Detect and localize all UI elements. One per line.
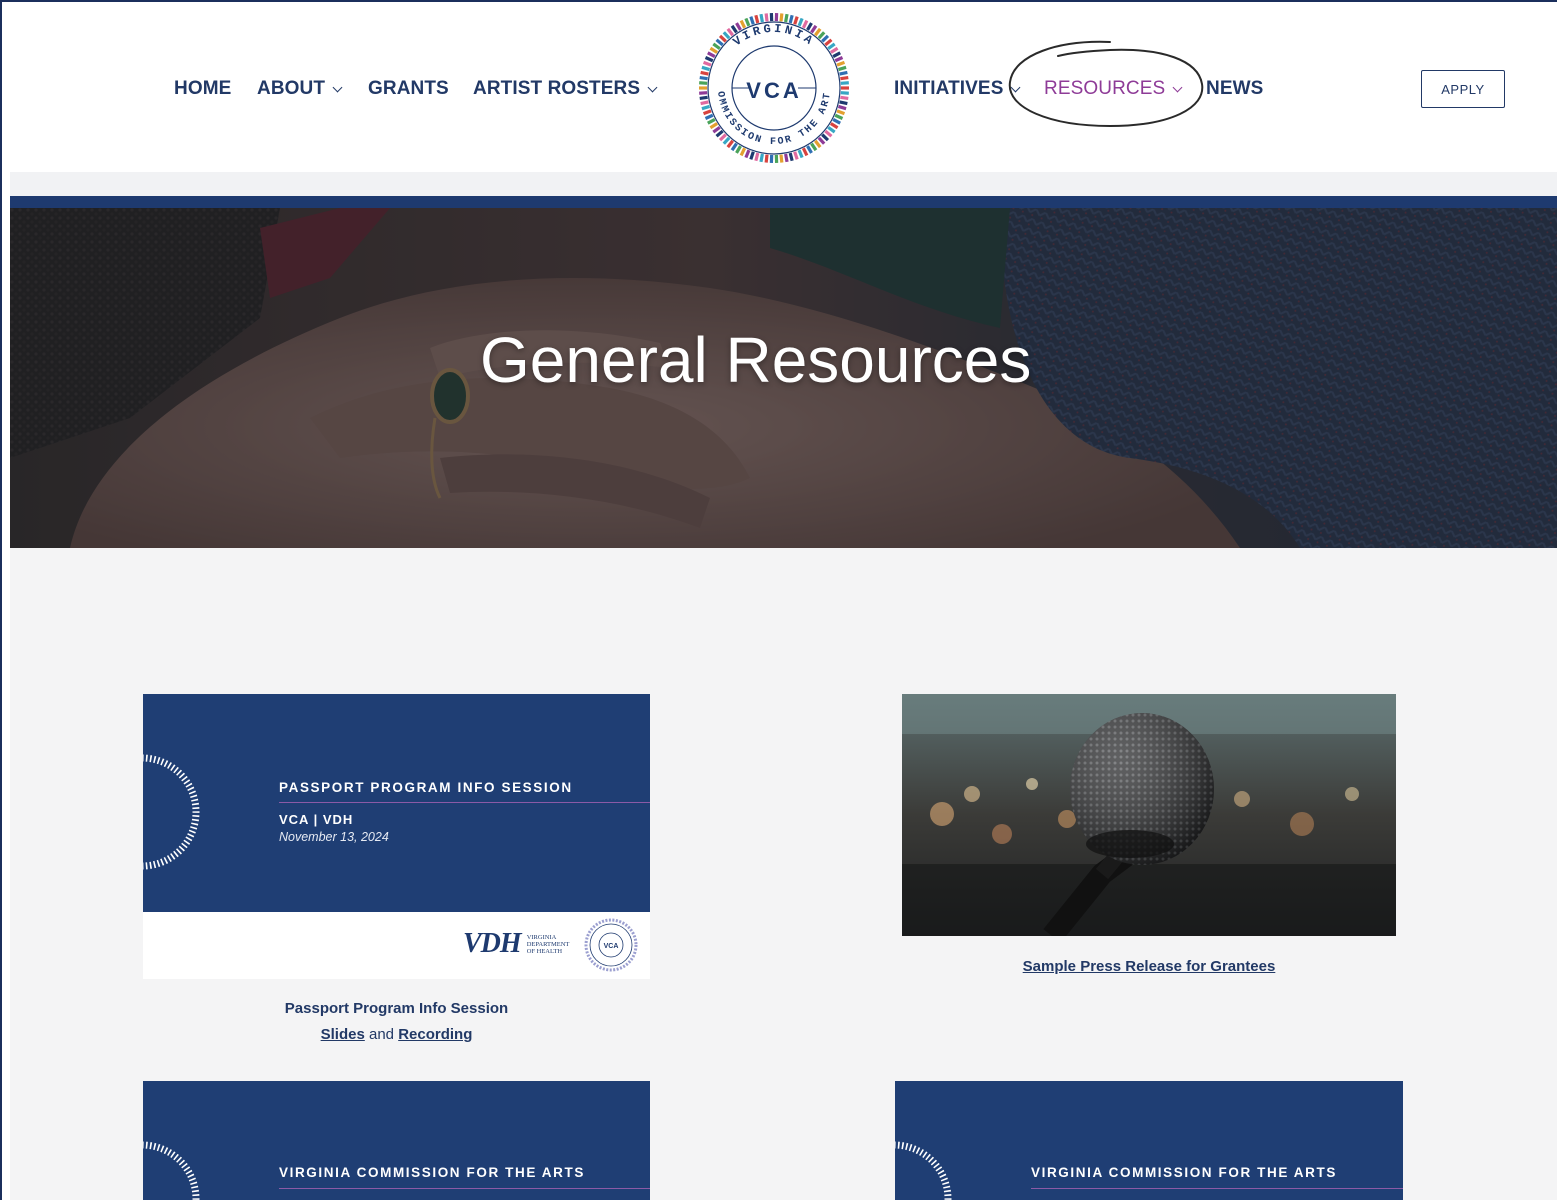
- dotted-arc-icon: [895, 1141, 952, 1200]
- press-release-caption: Sample Press Release for Grantees: [902, 958, 1396, 975]
- nav-grants-label: GRANTS: [368, 78, 449, 99]
- logo-center-text: VCA: [746, 78, 801, 103]
- dotted-arc-icon: [143, 1141, 200, 1200]
- vdh-logo: VDH VIRGINIA DEPARTMENT OF HEALTH: [463, 928, 569, 960]
- logo-ring-dot: [840, 81, 849, 85]
- resources-grid: PASSPORT PROGRAM INFO SESSION VCA | VDH …: [10, 548, 1557, 1200]
- slide-divider: [1031, 1188, 1403, 1189]
- apply-button-label: APPLY: [1441, 81, 1485, 97]
- chevron-down-icon: [332, 82, 343, 92]
- vca-slide-thumbnail[interactable]: VIRGINIA COMMISSION FOR THE ARTS: [143, 1081, 650, 1200]
- nav-about[interactable]: ABOUT: [257, 78, 343, 100]
- microphone-photo: [902, 694, 1396, 936]
- header-navy-strip: [10, 196, 1557, 208]
- chevron-down-icon: [647, 82, 658, 92]
- vca-logo[interactable]: VIRGINIA COMMISSION FOR THE ARTS VCA: [694, 8, 854, 168]
- nav-artist-rosters[interactable]: ARTIST ROSTERS: [473, 78, 658, 100]
- logo-ring-dot: [774, 154, 779, 164]
- slide-subtitle: VCA | VDH: [279, 812, 354, 827]
- annotation-circle: [1008, 40, 1204, 128]
- nav-home[interactable]: HOME: [174, 78, 231, 100]
- nav-home-label: HOME: [174, 78, 232, 99]
- slide-title: VIRGINIA COMMISSION FOR THE ARTS: [279, 1165, 585, 1180]
- svg-text:VCA: VCA: [604, 943, 619, 950]
- passport-session-thumbnail[interactable]: PASSPORT PROGRAM INFO SESSION VCA | VDH …: [143, 694, 650, 979]
- slide-panel: PASSPORT PROGRAM INFO SESSION VCA | VDH …: [143, 694, 650, 912]
- press-release-link[interactable]: Sample Press Release for Grantees: [1023, 958, 1276, 975]
- recording-link[interactable]: Recording: [398, 1026, 472, 1043]
- slide-divider: [279, 1188, 650, 1189]
- caption-and-text: and: [368, 1026, 395, 1043]
- slide-title: PASSPORT PROGRAM INFO SESSION: [279, 780, 573, 795]
- logo-ring-dot: [769, 12, 774, 22]
- apply-button[interactable]: APPLY: [1421, 70, 1505, 108]
- site-header: HOME ABOUT GRANTS ARTIST ROSTERS VIRGINI…: [10, 4, 1557, 176]
- slides-link[interactable]: Slides: [321, 1026, 365, 1043]
- logo-ring-dot: [699, 81, 708, 85]
- logo-ring-dot: [769, 154, 774, 164]
- vca-mini-logo: VCA: [584, 918, 638, 972]
- passport-caption-title: Passport Program Info Session: [284, 1000, 509, 1017]
- nav-grants[interactable]: GRANTS: [368, 78, 449, 100]
- vca-slide-thumbnail-2[interactable]: VIRGINIA COMMISSION FOR THE ARTS: [895, 1081, 1403, 1200]
- logo-ring-dot: [841, 86, 849, 90]
- press-release-thumbnail[interactable]: [902, 694, 1396, 936]
- vdh-logo-text: VDH: [463, 928, 522, 959]
- nav-about-label: ABOUT: [257, 78, 326, 99]
- logo-ring-dot: [774, 12, 779, 22]
- hero-banner: General Resources: [10, 208, 1557, 548]
- nav-artist-rosters-label: ARTIST ROSTERS: [473, 78, 641, 99]
- dotted-arc-icon: [143, 754, 200, 870]
- slide-date: November 13, 2024: [279, 830, 389, 844]
- nav-initiatives-label: INITIATIVES: [894, 78, 1004, 99]
- logo-ring-dot: [699, 86, 707, 90]
- slide-title: VIRGINIA COMMISSION FOR THE ARTS: [1031, 1165, 1337, 1180]
- header-bottom-band: [10, 172, 1557, 196]
- page-title: General Resources: [480, 324, 1032, 396]
- slide-divider: [279, 802, 650, 803]
- passport-caption: Passport Program Info Session Slides and…: [143, 1000, 650, 1043]
- logo-ring-dot: [840, 91, 849, 95]
- logo-ring-dot: [699, 91, 708, 95]
- vdh-logo-sub: VIRGINIA DEPARTMENT OF HEALTH: [526, 933, 570, 955]
